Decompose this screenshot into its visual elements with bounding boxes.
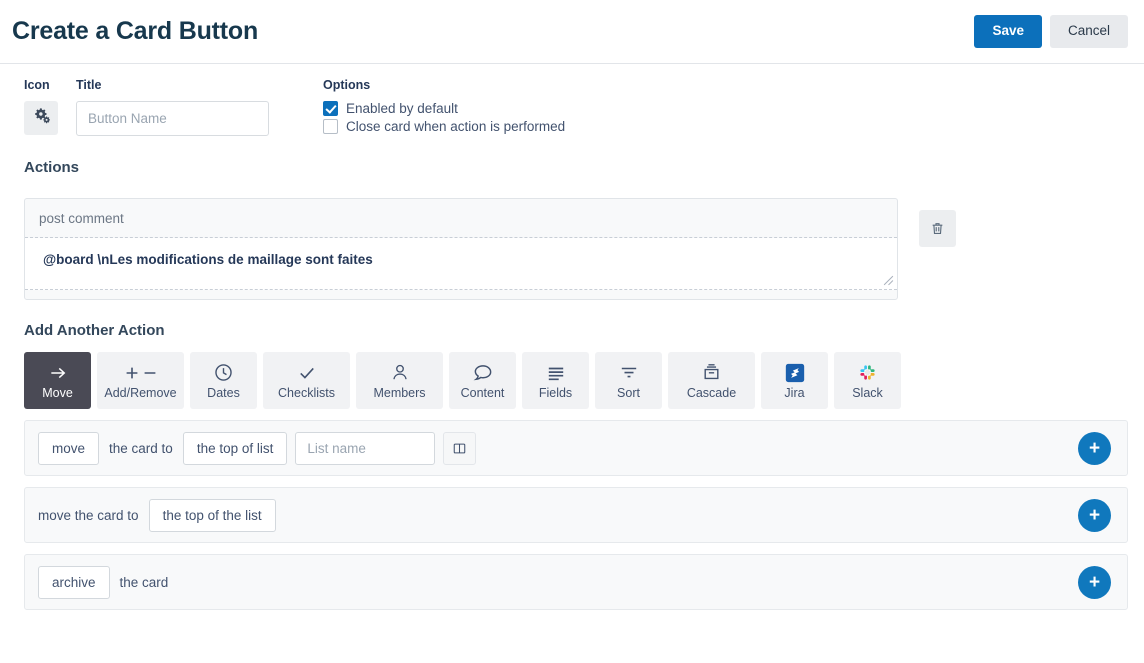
funnel-icon <box>618 361 640 385</box>
tab-label: Members <box>373 385 426 400</box>
tab-label: Fields <box>538 385 573 400</box>
board-columns-icon <box>454 443 466 453</box>
person-icon <box>390 361 410 385</box>
page-content: Icon Title Options Enabled by default <box>0 64 1144 610</box>
tab-fields[interactable]: Fields <box>522 352 589 409</box>
title-label: Title <box>76 78 102 92</box>
action-card: post comment @board \nLes modifications … <box>24 198 898 300</box>
action-card-wrapper: post comment @board \nLes modifications … <box>24 198 1128 300</box>
options-label: Options <box>323 78 371 92</box>
tab-move[interactable]: Move <box>24 352 91 409</box>
tab-slack[interactable]: Slack <box>834 352 901 409</box>
form-top-row: Icon Title Options Enabled by default <box>24 78 1128 137</box>
cogs-icon <box>33 107 50 129</box>
plus-minus-icon <box>123 361 159 385</box>
lines-icon <box>545 361 567 385</box>
icon-picker-button[interactable] <box>24 101 58 135</box>
action-card-footer <box>25 290 897 299</box>
tab-content[interactable]: Content <box>449 352 516 409</box>
page-title: Create a Card Button <box>12 17 259 45</box>
icon-label: Icon <box>24 78 50 92</box>
speech-bubble-icon <box>472 361 494 385</box>
move-position-dropdown[interactable]: the top of list <box>182 431 288 465</box>
tab-label: Move <box>42 385 73 400</box>
option-label: Close card when action is performed <box>346 119 566 134</box>
action-row-move-top-of-list: move the card to the top of list + <box>24 420 1128 476</box>
action-type-tabs: Move Add/Remove Dates Checklists Members… <box>24 352 1128 409</box>
header-actions: Save Cancel <box>974 15 1128 48</box>
tab-add-remove[interactable]: Add/Remove <box>97 352 184 409</box>
tab-checklists[interactable]: Checklists <box>263 352 350 409</box>
tab-label: Checklists <box>278 385 335 400</box>
archive-box-icon <box>701 361 722 385</box>
add-action-button[interactable]: + <box>1078 565 1111 599</box>
action-row-archive-card: archive the card + <box>24 554 1128 610</box>
icon-field-group: Icon <box>24 78 58 135</box>
option-label: Enabled by default <box>346 101 458 116</box>
button-title-input[interactable] <box>76 101 269 136</box>
tab-label: Cascade <box>686 385 737 400</box>
tab-label: Jira <box>784 385 805 400</box>
tab-label: Sort <box>617 385 640 400</box>
clock-icon <box>213 361 234 385</box>
checkbox-close-card[interactable] <box>323 119 338 134</box>
tab-cascade[interactable]: Cascade <box>668 352 755 409</box>
options-group: Options Enabled by default Close card wh… <box>323 78 565 137</box>
action-comment-textarea[interactable]: @board \nLes modifications de maillage s… <box>25 238 897 290</box>
archive-verb-dropdown[interactable]: archive <box>38 565 110 599</box>
check-icon <box>296 361 318 385</box>
title-field-group: Title <box>76 78 269 136</box>
delete-action-button[interactable] <box>919 210 956 247</box>
save-button[interactable]: Save <box>974 15 1042 48</box>
row-text: move the card to <box>38 507 139 523</box>
tab-label: Content <box>460 385 505 400</box>
move-position-dropdown[interactable]: the top of the list <box>148 498 276 532</box>
tab-members[interactable]: Members <box>356 352 443 409</box>
trash-icon <box>932 223 943 234</box>
move-verb-dropdown[interactable]: move <box>38 431 100 465</box>
checkbox-enabled-by-default[interactable] <box>323 101 338 116</box>
page-header: Create a Card Button Save Cancel <box>0 0 1144 64</box>
tab-label: Add/Remove <box>104 385 177 400</box>
slack-icon <box>858 361 877 385</box>
tab-sort[interactable]: Sort <box>595 352 662 409</box>
action-row-move-top-of-the-list: move the card to the top of the list + <box>24 487 1128 543</box>
list-name-input[interactable] <box>295 431 436 465</box>
tab-dates[interactable]: Dates <box>190 352 257 409</box>
option-enabled-by-default[interactable]: Enabled by default <box>323 101 565 116</box>
tab-label: Slack <box>852 385 883 400</box>
add-action-button[interactable]: + <box>1078 498 1111 532</box>
jira-icon <box>785 361 805 385</box>
action-comment-text: @board \nLes modifications de maillage s… <box>43 252 373 267</box>
add-action-button[interactable]: + <box>1078 431 1111 465</box>
row-text: the card <box>119 574 169 590</box>
add-another-action-heading: Add Another Action <box>24 322 165 339</box>
cancel-button[interactable]: Cancel <box>1049 15 1128 48</box>
resize-handle-icon[interactable] <box>883 275 894 286</box>
tab-label: Dates <box>207 385 240 400</box>
select-board-button[interactable] <box>443 431 477 465</box>
actions-heading: Actions <box>24 159 80 176</box>
arrow-right-icon <box>47 361 69 385</box>
row-text: the card to <box>109 440 173 456</box>
action-type-label: post comment <box>25 199 897 238</box>
tab-jira[interactable]: Jira <box>761 352 828 409</box>
option-close-card[interactable]: Close card when action is performed <box>323 119 565 134</box>
